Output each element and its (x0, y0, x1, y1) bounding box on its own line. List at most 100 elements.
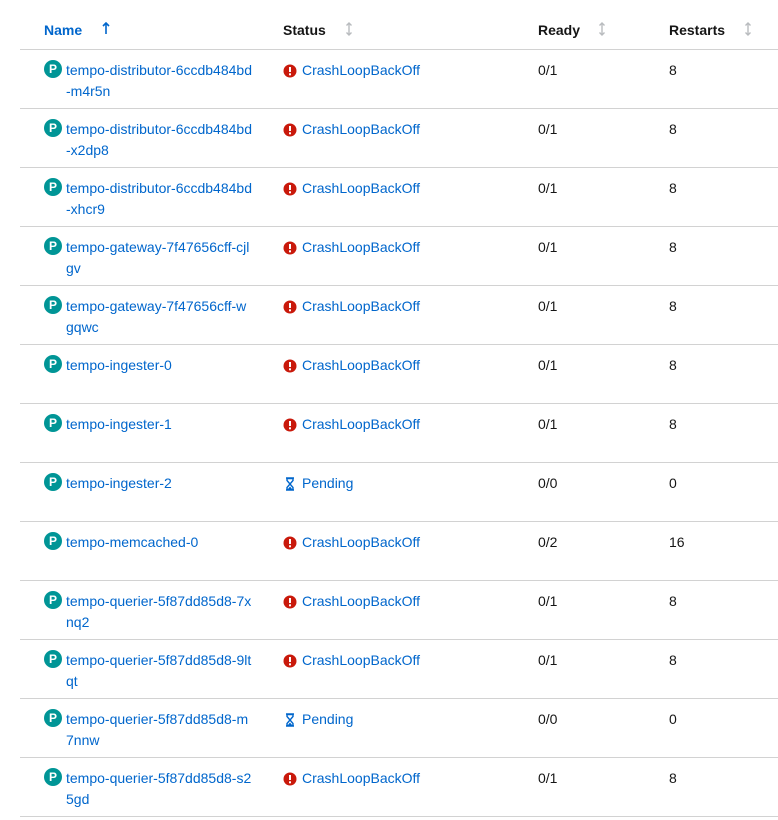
status-cell: CrashLoopBackOff (283, 591, 420, 612)
hourglass-icon (286, 476, 294, 491)
status-link[interactable]: CrashLoopBackOff (302, 414, 420, 435)
hourglass-icon (286, 712, 294, 727)
pod-badge: P (44, 119, 62, 137)
pod-name-cell: Ptempo-querier-5f87dd85d8-7xnq2 (44, 591, 254, 633)
status-cell: CrashLoopBackOff (283, 414, 420, 435)
pod-badge: P (44, 296, 62, 314)
status-link[interactable]: CrashLoopBackOff (302, 355, 420, 376)
pod-name-cell: Ptempo-querier-5f87dd85d8-s25gd (44, 768, 254, 810)
restarts-value: 8 (669, 652, 677, 668)
error-circle-icon (283, 123, 297, 136)
pod-name-link[interactable]: tempo-distributor-6ccdb484bd-x2dp8 (66, 119, 254, 161)
error-circle-icon (283, 300, 297, 313)
pod-badge: P (44, 237, 62, 255)
column-header-name[interactable]: Name (44, 21, 82, 39)
table-row: Ptempo-distributor-6ccdb484bd-m4r5n Crash… (20, 50, 778, 109)
error-circle-icon (283, 595, 297, 608)
pod-name-link[interactable]: tempo-ingester-1 (66, 414, 254, 435)
restarts-value: 8 (669, 770, 677, 786)
column-header-ready[interactable]: Ready (538, 21, 580, 39)
pod-name-link[interactable]: tempo-ingester-0 (66, 355, 254, 376)
status-link[interactable]: CrashLoopBackOff (302, 60, 420, 81)
error-circle-icon (283, 359, 297, 372)
status-link[interactable]: CrashLoopBackOff (302, 296, 420, 317)
error-circle-icon (283, 772, 297, 785)
sort-icon[interactable] (345, 22, 353, 36)
pod-badge: P (44, 709, 62, 727)
pod-name-link[interactable]: tempo-querier-5f87dd85d8-7xnq2 (66, 591, 254, 633)
ready-value: 0/1 (538, 770, 558, 786)
status-cell: CrashLoopBackOff (283, 60, 420, 81)
error-circle-icon (283, 418, 297, 431)
table-row: Ptempo-querier-5f87dd85d8-s25gd CrashLoop… (20, 758, 778, 817)
pod-name-link[interactable]: tempo-memcached-0 (66, 532, 254, 553)
table-row: Ptempo-distributor-6ccdb484bd-xhcr9 Crash… (20, 168, 778, 227)
sort-ascending-icon[interactable] (102, 22, 110, 35)
pod-name-cell: Ptempo-memcached-0 (44, 532, 254, 553)
status-cell: CrashLoopBackOff (283, 296, 420, 317)
restarts-value: 8 (669, 180, 677, 196)
pod-name-cell: Ptempo-distributor-6ccdb484bd-xhcr9 (44, 178, 254, 220)
table-row: Ptempo-querier-5f87dd85d8-m7nnw Pending 0/… (20, 699, 778, 758)
ready-value: 0/1 (538, 180, 558, 196)
table-body: Ptempo-distributor-6ccdb484bd-m4r5n Crash… (20, 50, 778, 817)
pod-badge: P (44, 60, 62, 78)
ready-value: 0/1 (538, 357, 558, 373)
error-circle-icon (283, 654, 297, 667)
restarts-value: 0 (669, 475, 677, 491)
pod-name-cell: Ptempo-querier-5f87dd85d8-m7nnw (44, 709, 254, 751)
column-header-restarts[interactable]: Restarts (669, 21, 725, 39)
status-link[interactable]: CrashLoopBackOff (302, 768, 420, 789)
error-circle-icon (283, 182, 297, 195)
status-link[interactable]: Pending (302, 473, 353, 494)
table-row: Ptempo-gateway-7f47656cff-cjlgv CrashLoop… (20, 227, 778, 286)
sort-icon[interactable] (744, 22, 752, 36)
pod-name-cell: Ptempo-gateway-7f47656cff-wgqwc (44, 296, 254, 338)
pod-name-cell: Ptempo-gateway-7f47656cff-cjlgv (44, 237, 254, 279)
pod-name-cell: Ptempo-ingester-2 (44, 473, 254, 494)
pod-name-link[interactable]: tempo-distributor-6ccdb484bd-m4r5n (66, 60, 254, 102)
ready-value: 0/1 (538, 298, 558, 314)
error-circle-icon (283, 241, 297, 254)
status-cell: Pending (283, 473, 353, 494)
pod-badge: P (44, 355, 62, 373)
column-header-status[interactable]: Status (283, 21, 326, 39)
table-row: Ptempo-querier-5f87dd85d8-9ltqt CrashLoop… (20, 640, 778, 699)
ready-value: 0/1 (538, 239, 558, 255)
table-row: Ptempo-memcached-0 CrashLoopBackOff 0/2 16 (20, 522, 778, 581)
status-link[interactable]: CrashLoopBackOff (302, 591, 420, 612)
status-link[interactable]: CrashLoopBackOff (302, 237, 420, 258)
restarts-value: 16 (669, 534, 685, 550)
sort-icon[interactable] (598, 22, 606, 36)
table-header: Name Status Ready Restarts (20, 0, 778, 50)
pod-name-link[interactable]: tempo-distributor-6ccdb484bd-xhcr9 (66, 178, 254, 220)
ready-value: 0/1 (538, 62, 558, 78)
status-cell: CrashLoopBackOff (283, 237, 420, 258)
table-row: Ptempo-gateway-7f47656cff-wgqwc CrashLoop… (20, 286, 778, 345)
pod-name-link[interactable]: tempo-querier-5f87dd85d8-s25gd (66, 768, 254, 810)
restarts-value: 8 (669, 62, 677, 78)
pod-badge: P (44, 414, 62, 432)
pod-name-link[interactable]: tempo-ingester-2 (66, 473, 254, 494)
status-cell: CrashLoopBackOff (283, 768, 420, 789)
pod-name-link[interactable]: tempo-gateway-7f47656cff-wgqwc (66, 296, 254, 338)
table-row: Ptempo-ingester-0 CrashLoopBackOff 0/1 8 (20, 345, 778, 404)
pod-name-cell: Ptempo-querier-5f87dd85d8-9ltqt (44, 650, 254, 692)
status-cell: CrashLoopBackOff (283, 532, 420, 553)
status-link[interactable]: Pending (302, 709, 353, 730)
pod-name-link[interactable]: tempo-querier-5f87dd85d8-9ltqt (66, 650, 254, 692)
pod-name-link[interactable]: tempo-querier-5f87dd85d8-m7nnw (66, 709, 254, 751)
pod-badge: P (44, 473, 62, 491)
pod-badge: P (44, 532, 62, 550)
pods-table: Name Status Ready Restarts Ptempo-distri… (20, 0, 778, 817)
table-row: Ptempo-ingester-1 CrashLoopBackOff 0/1 8 (20, 404, 778, 463)
status-link[interactable]: CrashLoopBackOff (302, 532, 420, 553)
table-row: Ptempo-ingester-2 Pending 0/0 0 (20, 463, 778, 522)
error-circle-icon (283, 64, 297, 77)
status-link[interactable]: CrashLoopBackOff (302, 119, 420, 140)
status-link[interactable]: CrashLoopBackOff (302, 650, 420, 671)
ready-value: 0/1 (538, 416, 558, 432)
status-cell: CrashLoopBackOff (283, 355, 420, 376)
status-link[interactable]: CrashLoopBackOff (302, 178, 420, 199)
pod-name-link[interactable]: tempo-gateway-7f47656cff-cjlgv (66, 237, 254, 279)
